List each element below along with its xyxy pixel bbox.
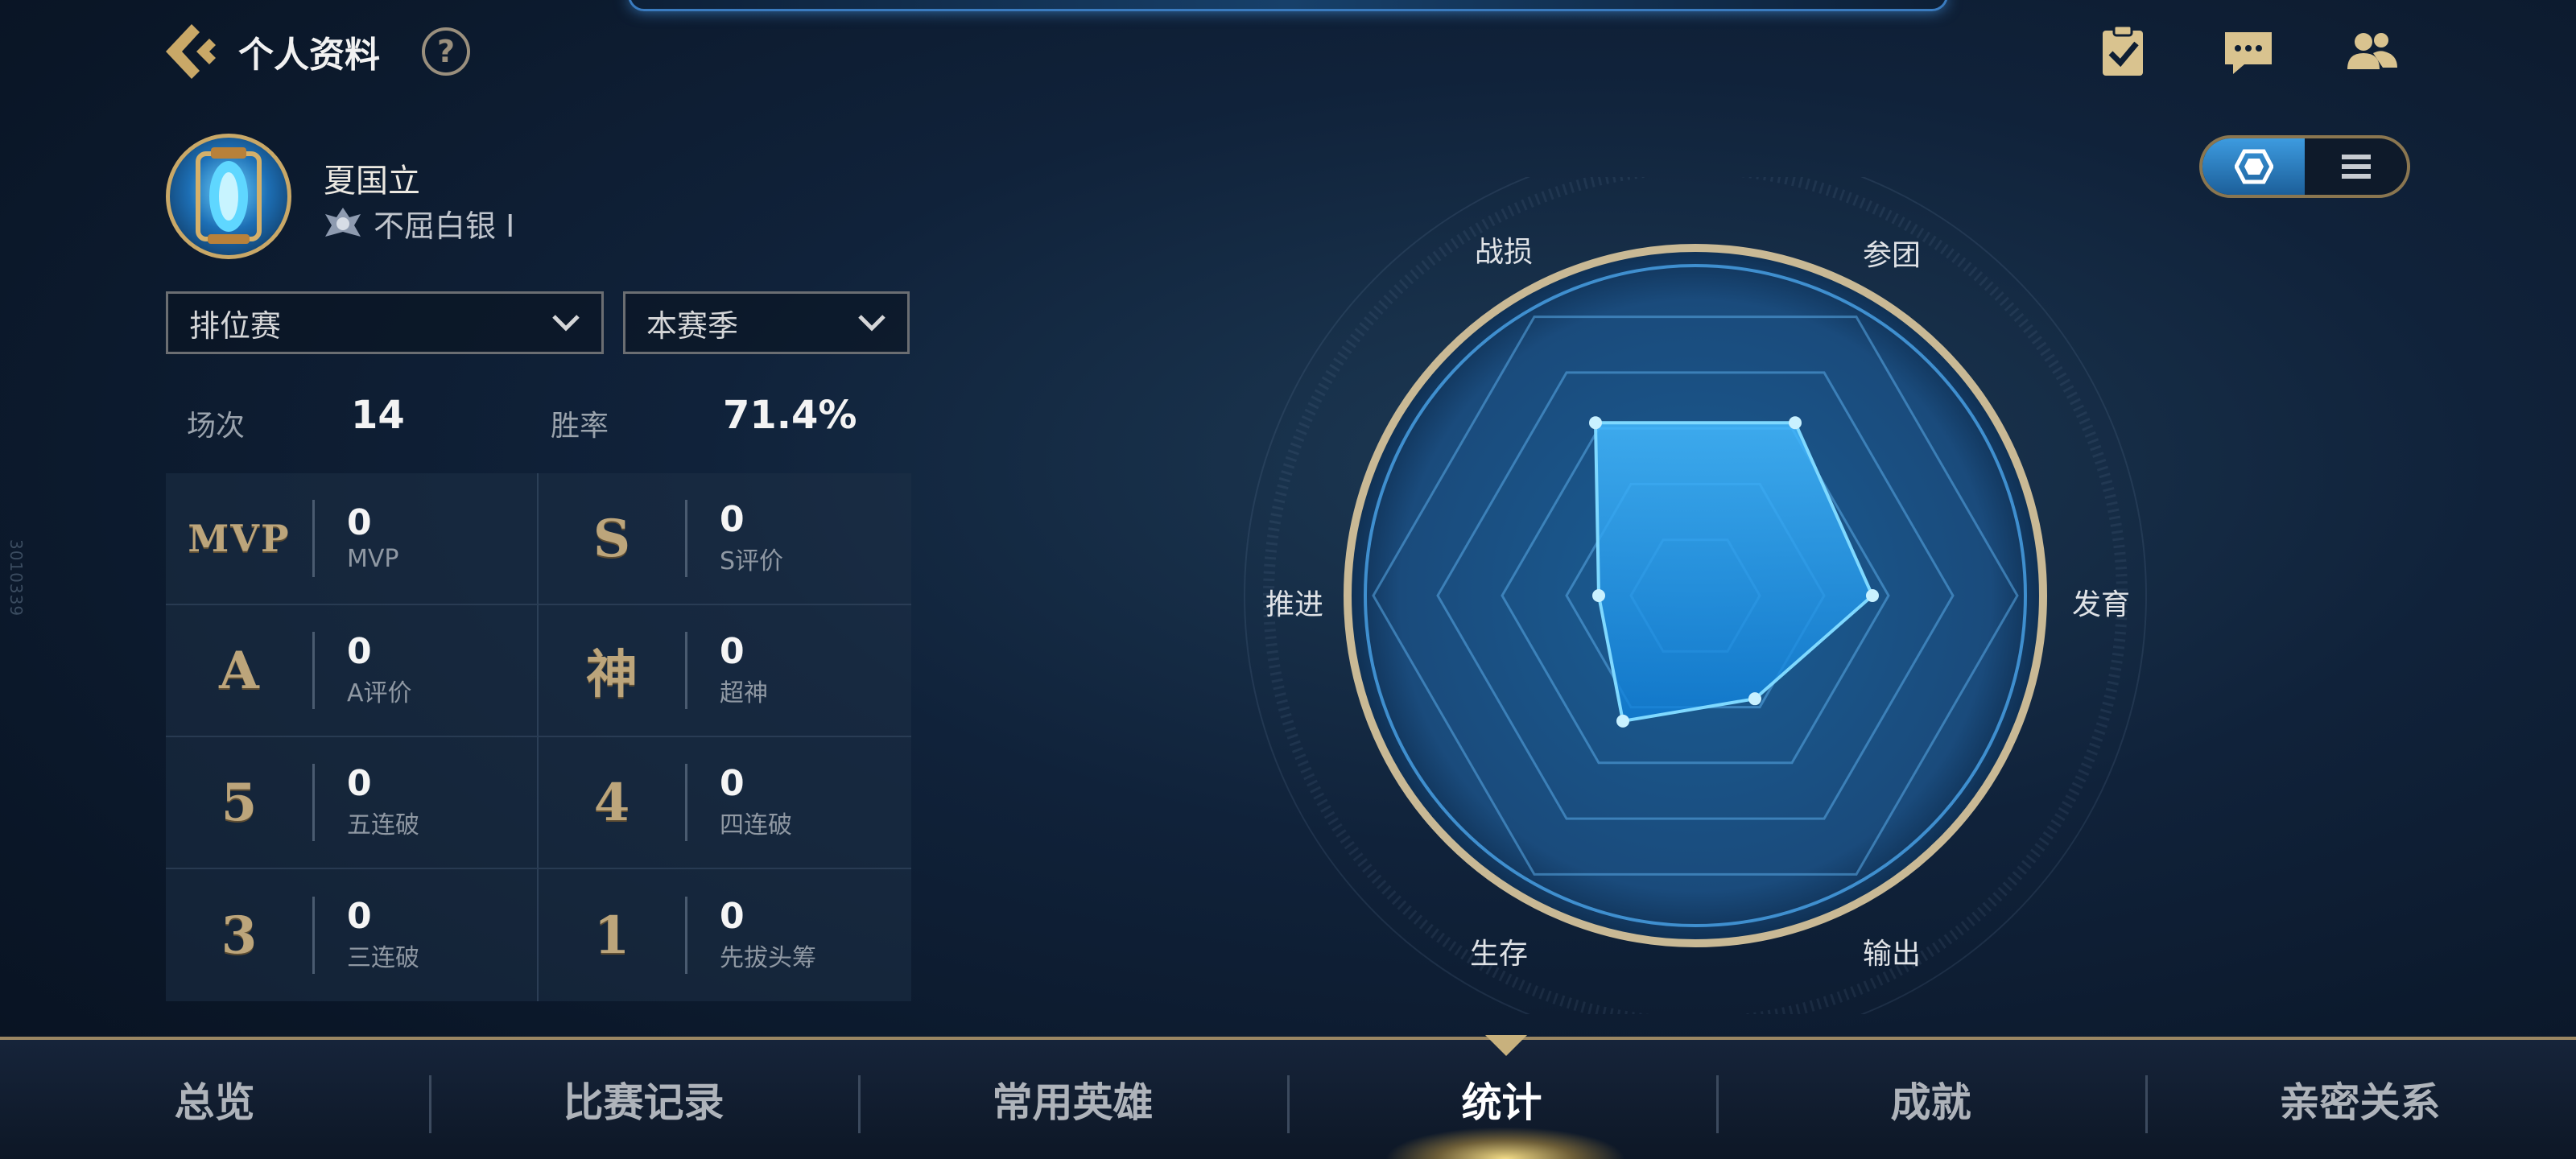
stat-label: 三连破 bbox=[347, 944, 419, 973]
stat-value: 0 bbox=[720, 895, 745, 937]
portal-crystal-icon bbox=[196, 147, 262, 244]
first-blood-icon: 1 bbox=[593, 905, 630, 966]
radar-view-icon bbox=[2234, 149, 2273, 184]
radar-point bbox=[1789, 416, 1802, 430]
stat-label: 四连破 bbox=[720, 811, 792, 840]
nav-separator bbox=[1287, 1075, 1290, 1133]
stat-label: A评价 bbox=[347, 679, 412, 708]
stat-legendary: 神 0 超神 bbox=[539, 605, 911, 737]
winrate-label: 胜率 bbox=[551, 410, 609, 443]
stat-value: 0 bbox=[720, 498, 745, 540]
penta-kill-icon: 5 bbox=[221, 772, 258, 833]
radar-view-button[interactable] bbox=[2202, 138, 2305, 195]
nav-separator bbox=[429, 1075, 431, 1133]
task-checklist-icon bbox=[2103, 24, 2143, 76]
chat-icon bbox=[2225, 32, 2272, 74]
active-tab-indicator bbox=[1485, 1035, 1527, 1056]
stat-s-rating: S 0 S评价 bbox=[539, 473, 911, 605]
radar-point bbox=[1866, 589, 1879, 602]
radar-point bbox=[1592, 589, 1605, 602]
list-view-button[interactable] bbox=[2305, 138, 2407, 195]
help-icon: ? bbox=[436, 34, 456, 69]
radar-point bbox=[1748, 692, 1761, 706]
view-toggle[interactable] bbox=[2199, 135, 2410, 198]
radar-point bbox=[1616, 714, 1629, 728]
stat-mvp: MVP 0 MVP bbox=[166, 473, 539, 605]
chevron-down-icon bbox=[858, 315, 886, 332]
friends-button[interactable] bbox=[2346, 26, 2399, 79]
s-rating-icon: S bbox=[592, 508, 631, 569]
a-rating-icon: A bbox=[219, 640, 259, 701]
matches-value: 14 bbox=[351, 393, 405, 438]
mode-dropdown[interactable]: 排位赛 bbox=[166, 291, 604, 354]
stat-value: 0 bbox=[347, 630, 372, 672]
chat-button[interactable] bbox=[2222, 26, 2275, 79]
silver-rank-icon bbox=[325, 207, 361, 237]
stat-value: 0 bbox=[347, 502, 372, 544]
stat-penta-kill: 5 0 五连破 bbox=[166, 737, 539, 869]
matches-label: 场次 bbox=[187, 410, 246, 443]
stat-label: 超神 bbox=[720, 679, 768, 708]
top-decor-bar bbox=[628, 0, 1948, 11]
stat-a-rating: A 0 A评价 bbox=[166, 605, 539, 737]
quadra-kill-icon: 4 bbox=[593, 772, 630, 833]
active-tab-glow bbox=[1385, 1127, 1626, 1159]
mvp-icon: MVP bbox=[188, 517, 291, 560]
nav-separator bbox=[1716, 1075, 1719, 1133]
season-dropdown[interactable]: 本赛季 bbox=[623, 291, 910, 354]
stat-triple-kill: 3 0 三连破 bbox=[166, 869, 539, 1001]
stat-label: MVP bbox=[347, 544, 399, 573]
nav-tab[interactable]: 常用英雄 bbox=[858, 1070, 1287, 1128]
stat-value: 0 bbox=[347, 895, 372, 937]
triple-kill-icon: 3 bbox=[221, 905, 258, 966]
radar-axis-label-damage: 输出 bbox=[1863, 938, 1922, 971]
help-button[interactable]: ? bbox=[422, 27, 470, 76]
radar-axis-label-survival: 生存 bbox=[1470, 938, 1529, 971]
rank-row: 不屈白银 Ⅰ bbox=[322, 201, 514, 245]
stat-first-blood: 1 0 先拔头筹 bbox=[539, 869, 911, 1001]
season-dropdown-value: 本赛季 bbox=[646, 307, 739, 344]
chevron-down-icon bbox=[552, 315, 580, 332]
rank-name: 不屈白银 Ⅰ bbox=[374, 208, 515, 244]
radar-axis-label-farming: 发育 bbox=[2072, 588, 2131, 621]
radar-point bbox=[1589, 416, 1602, 430]
nav-tab[interactable]: 统计 bbox=[1287, 1070, 1716, 1128]
avatar[interactable] bbox=[166, 134, 291, 259]
winrate-value: 71.4% bbox=[723, 393, 857, 438]
nav-tab[interactable]: 总览 bbox=[0, 1070, 429, 1128]
build-code: 3010339 bbox=[6, 539, 26, 617]
nav-tab[interactable]: 亲密关系 bbox=[2145, 1070, 2574, 1128]
nav-tab[interactable]: 成就 bbox=[1716, 1070, 2145, 1128]
page-title: 个人资料 bbox=[238, 35, 380, 76]
legendary-icon: 神 bbox=[586, 645, 638, 705]
list-view-icon bbox=[2341, 155, 2371, 179]
radar-axis-label-push: 推进 bbox=[1265, 588, 1324, 621]
nav-separator bbox=[2145, 1075, 2148, 1133]
stat-quadra-kill: 4 0 四连破 bbox=[539, 737, 911, 869]
stats-grid: MVP 0 MVP S 0 S评价 A 0 A评价 神 0 超神 5 0 五连破 4 0四… bbox=[166, 473, 911, 1001]
player-name: 夏国立 bbox=[324, 163, 420, 200]
back-icon bbox=[166, 24, 216, 79]
mode-dropdown-value: 排位赛 bbox=[189, 307, 282, 344]
back-button[interactable] bbox=[159, 19, 224, 84]
stat-value: 0 bbox=[720, 762, 745, 804]
stat-value: 0 bbox=[720, 630, 745, 672]
stat-label: 先拔头筹 bbox=[720, 944, 816, 973]
nav-tab[interactable]: 比赛记录 bbox=[429, 1070, 858, 1128]
stat-label: 五连破 bbox=[347, 811, 419, 840]
task-button[interactable] bbox=[2096, 24, 2149, 79]
stat-value: 0 bbox=[347, 762, 372, 804]
radar-axis-label-damage-taken: 战损 bbox=[1475, 236, 1534, 269]
nav-separator bbox=[858, 1075, 861, 1133]
radar-axis-label-teamfight: 参团 bbox=[1863, 239, 1922, 272]
friends-icon bbox=[2347, 33, 2397, 69]
stat-label: S评价 bbox=[720, 547, 784, 576]
radar-chart bbox=[1244, 177, 2147, 1014]
